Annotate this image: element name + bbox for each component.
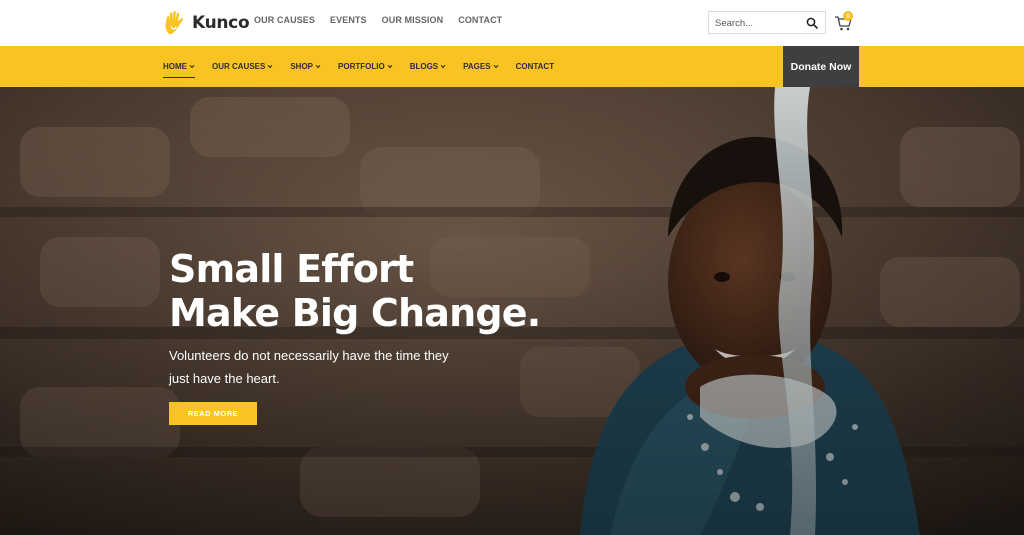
chevron-down-icon [493,64,498,69]
hand-logo-icon [165,11,184,34]
chevron-down-icon [440,64,446,69]
hero-title-line-2: Make Big Change. [169,291,541,335]
hero-subtitle: Volunteers do not necessarily have the t… [169,344,479,390]
search-box [708,11,826,34]
search-icon[interactable] [806,17,818,29]
top-header: Kunco OUR CAUSES EVENTS OUR MISSION CONT… [0,0,1024,46]
nav-label: PAGES [463,62,491,71]
chevron-down-icon [387,64,393,69]
hero-title-line-1: Small Effort [169,247,414,291]
search-input[interactable] [715,16,803,30]
chevron-down-icon [267,64,273,69]
hero-banner: Small Effort Make Big Change. Volunteers… [0,87,1024,535]
chevron-down-icon [189,64,195,69]
logo[interactable]: Kunco [163,9,250,37]
nav-label: CONTACT [515,62,555,71]
nav-label: PORTFOLIO [338,62,385,71]
cart-count-badge: 0 [843,11,853,21]
topnav-our-causes[interactable]: OUR CAUSES [254,15,315,25]
topnav-our-mission[interactable]: OUR MISSION [382,15,444,25]
nav-our-causes[interactable]: OUR CAUSES [212,62,273,71]
main-nav: HOME OUR CAUSES SHOP PORTFOLIO BLOGS PAG… [0,46,1024,87]
hero-subtitle-line-2: just have the heart. [169,371,280,386]
brand-name: Kunco [192,13,250,33]
top-nav: OUR CAUSES EVENTS OUR MISSION CONTACT [254,15,517,25]
read-more-button[interactable]: READ MORE [169,402,257,425]
chevron-down-icon [315,64,321,69]
nav-label: OUR CAUSES [212,62,266,71]
nav-label: HOME [163,62,187,71]
nav-contact[interactable]: CONTACT [516,62,555,71]
nav-home[interactable]: HOME [163,62,195,78]
topnav-contact[interactable]: CONTACT [458,15,502,25]
topnav-events[interactable]: EVENTS [330,15,367,25]
nav-blogs[interactable]: BLOGS [410,62,446,71]
nav-label: SHOP [290,62,314,71]
hero-subtitle-line-1: Volunteers do not necessarily have the t… [169,348,449,363]
donate-now-button[interactable]: Donate Now [783,46,859,87]
nav-pages[interactable]: PAGES [463,62,498,71]
nav-label: BLOGS [409,62,439,71]
nav-portfolio[interactable]: PORTFOLIO [338,62,393,71]
hero-title: Small Effort Make Big Change. [169,247,541,335]
nav-shop[interactable]: SHOP [290,62,321,71]
